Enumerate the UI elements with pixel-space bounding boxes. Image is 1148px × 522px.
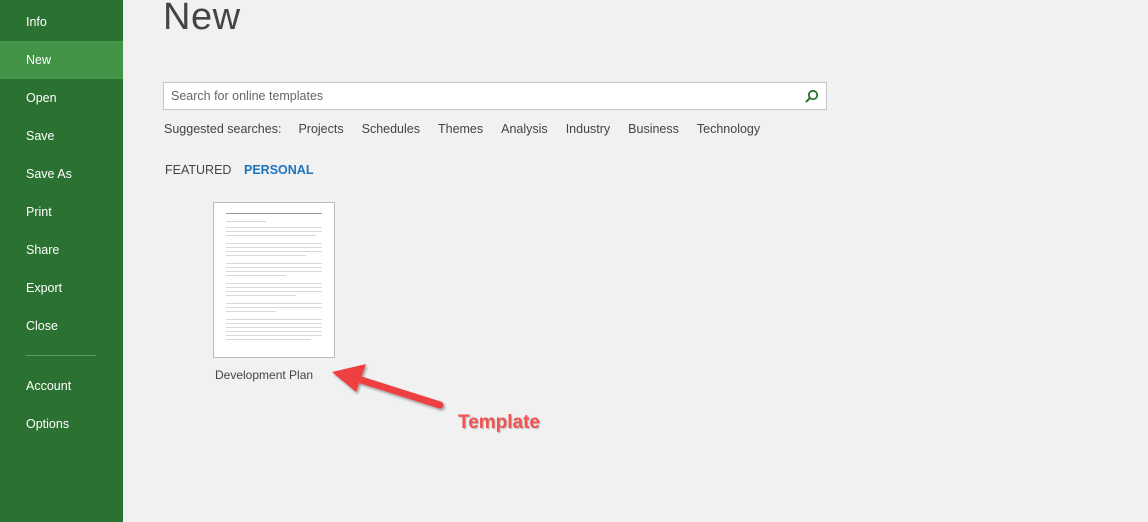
template-thumbnail[interactable]: [213, 202, 335, 358]
thumbnail-line: [226, 311, 276, 312]
thumbnail-line: [226, 331, 322, 332]
thumbnail-line: [226, 275, 286, 276]
sidebar-item-open[interactable]: Open: [0, 79, 123, 117]
sidebar-item-new[interactable]: New: [0, 41, 123, 79]
page-title: New: [163, 0, 241, 38]
template-search-box: [163, 82, 827, 110]
thumbnail-line: [226, 335, 322, 336]
tab-featured[interactable]: FEATURED: [165, 163, 231, 177]
suggested-link-themes[interactable]: Themes: [438, 122, 483, 136]
thumbnail-line: [226, 283, 322, 284]
thumbnail-line: [226, 323, 322, 324]
sidebar-item-save-as[interactable]: Save As: [0, 155, 123, 193]
thumbnail-line: [226, 339, 311, 340]
thumbnail-line: [226, 243, 322, 244]
thumbnail-line: [226, 267, 322, 268]
thumbnail-line: [226, 251, 322, 252]
template-name[interactable]: Development Plan: [215, 368, 313, 382]
suggested-link-projects[interactable]: Projects: [298, 122, 343, 136]
suggested-link-industry[interactable]: Industry: [566, 122, 610, 136]
sidebar-item-save[interactable]: Save: [0, 117, 123, 155]
thumbnail-line: [226, 291, 322, 292]
sidebar-item-close[interactable]: Close: [0, 307, 123, 345]
thumbnail-line: [226, 319, 322, 320]
sidebar-item-info[interactable]: Info: [0, 3, 123, 41]
thumbnail-line: [226, 227, 322, 228]
thumbnail-line: [226, 255, 306, 256]
sidebar-item-account[interactable]: Account: [0, 367, 123, 405]
suggested-link-analysis[interactable]: Analysis: [501, 122, 548, 136]
thumbnail-heading-line: [226, 213, 322, 214]
sidebar-item-options[interactable]: Options: [0, 405, 123, 443]
sidebar-item-print[interactable]: Print: [0, 193, 123, 231]
suggested-searches-label: Suggested searches:: [164, 122, 282, 136]
search-button[interactable]: [798, 83, 826, 109]
suggested-link-technology[interactable]: Technology: [697, 122, 760, 136]
tab-personal[interactable]: PERSONAL: [244, 163, 313, 177]
template-search-input[interactable]: [164, 83, 794, 109]
annotation-label: Template: [458, 412, 541, 433]
thumbnail-line: [226, 287, 322, 288]
suggested-link-schedules[interactable]: Schedules: [362, 122, 420, 136]
thumbnail-line: [226, 307, 322, 308]
thumbnail-line: [226, 303, 322, 304]
sidebar-item-export[interactable]: Export: [0, 269, 123, 307]
thumbnail-line: [226, 295, 296, 296]
thumbnail-line: [226, 231, 322, 232]
thumbnail-line: [226, 271, 322, 272]
thumbnail-line: [226, 221, 266, 222]
suggested-searches: Suggested searches: Projects Schedules T…: [164, 122, 778, 136]
sidebar-item-share[interactable]: Share: [0, 231, 123, 269]
annotation-arrow-icon: [332, 364, 444, 409]
backstage-sidebar: Info New Open Save Save As Print Share E…: [0, 0, 123, 522]
thumbnail-line: [226, 263, 322, 264]
search-icon: [805, 89, 819, 103]
thumbnail-line: [226, 235, 316, 236]
sidebar-divider: [26, 355, 96, 356]
suggested-link-business[interactable]: Business: [628, 122, 679, 136]
thumbnail-line: [226, 327, 322, 328]
thumbnail-line: [226, 247, 322, 248]
